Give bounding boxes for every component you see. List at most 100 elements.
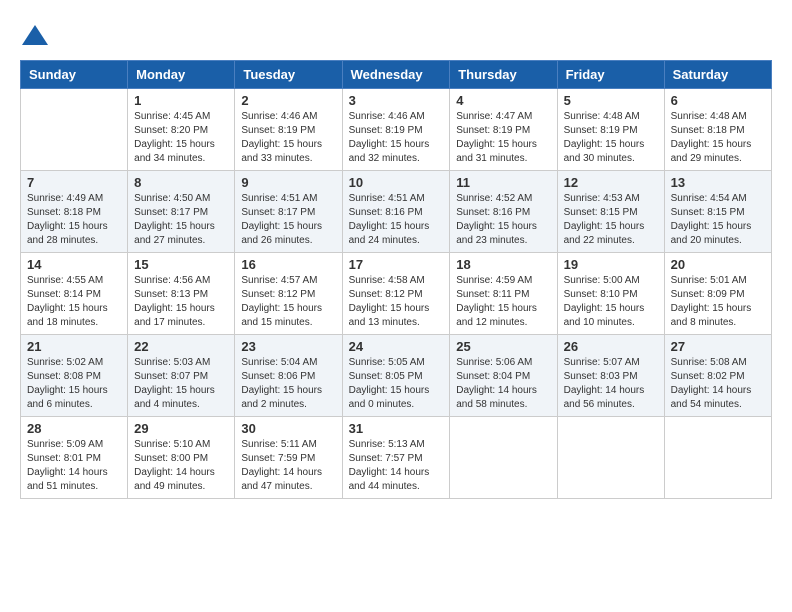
day-header-friday: Friday	[557, 61, 664, 89]
calendar-cell	[557, 417, 664, 499]
calendar-cell	[21, 89, 128, 171]
day-number: 23	[241, 339, 335, 354]
calendar-cell: 10 Sunrise: 4:51 AM Sunset: 8:16 PM Dayli…	[342, 171, 450, 253]
day-info: Sunrise: 4:55 AM Sunset: 8:14 PM Dayligh…	[27, 274, 121, 330]
calendar-cell: 16 Sunrise: 4:57 AM Sunset: 8:12 PM Dayli…	[235, 253, 342, 335]
calendar-cell: 8 Sunrise: 4:50 AM Sunset: 8:17 PM Daylig…	[128, 171, 235, 253]
day-number: 3	[349, 93, 444, 108]
day-info: Sunrise: 4:53 AM Sunset: 8:15 PM Dayligh…	[564, 192, 658, 248]
calendar-cell: 1 Sunrise: 4:45 AM Sunset: 8:20 PM Daylig…	[128, 89, 235, 171]
calendar-week-row: 21 Sunrise: 5:02 AM Sunset: 8:08 PM Dayli…	[21, 335, 772, 417]
calendar-cell: 7 Sunrise: 4:49 AM Sunset: 8:18 PM Daylig…	[21, 171, 128, 253]
day-info: Sunrise: 5:04 AM Sunset: 8:06 PM Dayligh…	[241, 356, 335, 412]
calendar-header-row: SundayMondayTuesdayWednesdayThursdayFrid…	[21, 61, 772, 89]
day-number: 14	[27, 257, 121, 272]
day-number: 10	[349, 175, 444, 190]
day-info: Sunrise: 5:02 AM Sunset: 8:08 PM Dayligh…	[27, 356, 121, 412]
day-number: 6	[671, 93, 765, 108]
calendar-week-row: 14 Sunrise: 4:55 AM Sunset: 8:14 PM Dayli…	[21, 253, 772, 335]
day-number: 28	[27, 421, 121, 436]
calendar-cell: 14 Sunrise: 4:55 AM Sunset: 8:14 PM Dayli…	[21, 253, 128, 335]
day-info: Sunrise: 5:06 AM Sunset: 8:04 PM Dayligh…	[456, 356, 550, 412]
day-number: 16	[241, 257, 335, 272]
day-number: 9	[241, 175, 335, 190]
day-info: Sunrise: 4:50 AM Sunset: 8:17 PM Dayligh…	[134, 192, 228, 248]
day-info: Sunrise: 4:48 AM Sunset: 8:18 PM Dayligh…	[671, 110, 765, 166]
day-info: Sunrise: 5:10 AM Sunset: 8:00 PM Dayligh…	[134, 438, 228, 494]
day-number: 21	[27, 339, 121, 354]
calendar-cell: 6 Sunrise: 4:48 AM Sunset: 8:18 PM Daylig…	[664, 89, 771, 171]
calendar-cell: 19 Sunrise: 5:00 AM Sunset: 8:10 PM Dayli…	[557, 253, 664, 335]
day-header-thursday: Thursday	[450, 61, 557, 89]
calendar-cell: 23 Sunrise: 5:04 AM Sunset: 8:06 PM Dayli…	[235, 335, 342, 417]
calendar-week-row: 7 Sunrise: 4:49 AM Sunset: 8:18 PM Daylig…	[21, 171, 772, 253]
day-header-tuesday: Tuesday	[235, 61, 342, 89]
day-info: Sunrise: 4:54 AM Sunset: 8:15 PM Dayligh…	[671, 192, 765, 248]
calendar-cell: 11 Sunrise: 4:52 AM Sunset: 8:16 PM Dayli…	[450, 171, 557, 253]
day-number: 4	[456, 93, 550, 108]
calendar-cell: 21 Sunrise: 5:02 AM Sunset: 8:08 PM Dayli…	[21, 335, 128, 417]
day-info: Sunrise: 5:05 AM Sunset: 8:05 PM Dayligh…	[349, 356, 444, 412]
day-number: 15	[134, 257, 228, 272]
calendar-cell: 27Sunrise: 5:08 AM Sunset: 8:02 PM Dayli…	[664, 335, 771, 417]
day-number: 18	[456, 257, 550, 272]
day-info: Sunrise: 4:47 AM Sunset: 8:19 PM Dayligh…	[456, 110, 550, 166]
calendar-cell: 13Sunrise: 4:54 AM Sunset: 8:15 PM Dayli…	[664, 171, 771, 253]
calendar-cell: 24 Sunrise: 5:05 AM Sunset: 8:05 PM Dayli…	[342, 335, 450, 417]
day-number: 30	[241, 421, 335, 436]
day-info: Sunrise: 4:52 AM Sunset: 8:16 PM Dayligh…	[456, 192, 550, 248]
calendar-cell	[450, 417, 557, 499]
day-info: Sunrise: 4:48 AM Sunset: 8:19 PM Dayligh…	[564, 110, 658, 166]
day-info: Sunrise: 5:00 AM Sunset: 8:10 PM Dayligh…	[564, 274, 658, 330]
day-info: Sunrise: 5:13 AM Sunset: 7:57 PM Dayligh…	[349, 438, 444, 494]
day-info: Sunrise: 5:03 AM Sunset: 8:07 PM Dayligh…	[134, 356, 228, 412]
day-header-monday: Monday	[128, 61, 235, 89]
day-info: Sunrise: 4:58 AM Sunset: 8:12 PM Dayligh…	[349, 274, 444, 330]
calendar-week-row: 1 Sunrise: 4:45 AM Sunset: 8:20 PM Daylig…	[21, 89, 772, 171]
day-number: 8	[134, 175, 228, 190]
day-info: Sunrise: 4:46 AM Sunset: 8:19 PM Dayligh…	[241, 110, 335, 166]
day-number: 24	[349, 339, 444, 354]
calendar-cell: 18 Sunrise: 4:59 AM Sunset: 8:11 PM Dayli…	[450, 253, 557, 335]
calendar-cell: 5 Sunrise: 4:48 AM Sunset: 8:19 PM Daylig…	[557, 89, 664, 171]
day-info: Sunrise: 4:51 AM Sunset: 8:16 PM Dayligh…	[349, 192, 444, 248]
day-info: Sunrise: 4:45 AM Sunset: 8:20 PM Dayligh…	[134, 110, 228, 166]
calendar-cell: 30 Sunrise: 5:11 AM Sunset: 7:59 PM Dayli…	[235, 417, 342, 499]
day-info: Sunrise: 4:59 AM Sunset: 8:11 PM Dayligh…	[456, 274, 550, 330]
calendar-cell: 4 Sunrise: 4:47 AM Sunset: 8:19 PM Daylig…	[450, 89, 557, 171]
day-number: 25	[456, 339, 550, 354]
day-number: 1	[134, 93, 228, 108]
calendar-cell: 15 Sunrise: 4:56 AM Sunset: 8:13 PM Dayli…	[128, 253, 235, 335]
day-info: Sunrise: 4:51 AM Sunset: 8:17 PM Dayligh…	[241, 192, 335, 248]
day-info: Sunrise: 5:01 AM Sunset: 8:09 PM Dayligh…	[671, 274, 765, 330]
calendar-cell: 17Sunrise: 4:58 AM Sunset: 8:12 PM Dayli…	[342, 253, 450, 335]
day-header-sunday: Sunday	[21, 61, 128, 89]
day-info: Sunrise: 4:46 AM Sunset: 8:19 PM Dayligh…	[349, 110, 444, 166]
day-header-saturday: Saturday	[664, 61, 771, 89]
calendar-week-row: 28 Sunrise: 5:09 AM Sunset: 8:01 PM Dayli…	[21, 417, 772, 499]
day-number: 22	[134, 339, 228, 354]
day-info: Sunrise: 4:57 AM Sunset: 8:12 PM Dayligh…	[241, 274, 335, 330]
day-number: 2	[241, 93, 335, 108]
calendar-cell: 28 Sunrise: 5:09 AM Sunset: 8:01 PM Dayli…	[21, 417, 128, 499]
header	[20, 20, 772, 50]
calendar: SundayMondayTuesdayWednesdayThursdayFrid…	[20, 60, 772, 499]
day-number: 5	[564, 93, 658, 108]
calendar-cell: 20 Sunrise: 5:01 AM Sunset: 8:09 PM Dayli…	[664, 253, 771, 335]
calendar-cell: 12 Sunrise: 4:53 AM Sunset: 8:15 PM Dayli…	[557, 171, 664, 253]
day-number: 19	[564, 257, 658, 272]
day-info: Sunrise: 5:11 AM Sunset: 7:59 PM Dayligh…	[241, 438, 335, 494]
day-info: Sunrise: 4:49 AM Sunset: 8:18 PM Dayligh…	[27, 192, 121, 248]
day-info: Sunrise: 5:09 AM Sunset: 8:01 PM Dayligh…	[27, 438, 121, 494]
calendar-cell: 22 Sunrise: 5:03 AM Sunset: 8:07 PM Dayli…	[128, 335, 235, 417]
day-number: 20	[671, 257, 765, 272]
day-number: 12	[564, 175, 658, 190]
day-number: 7	[27, 175, 121, 190]
day-number: 11	[456, 175, 550, 190]
calendar-cell: 9 Sunrise: 4:51 AM Sunset: 8:17 PM Daylig…	[235, 171, 342, 253]
day-number: 26	[564, 339, 658, 354]
day-info: Sunrise: 4:56 AM Sunset: 8:13 PM Dayligh…	[134, 274, 228, 330]
calendar-cell: 31Sunrise: 5:13 AM Sunset: 7:57 PM Dayli…	[342, 417, 450, 499]
calendar-cell: 29Sunrise: 5:10 AM Sunset: 8:00 PM Dayli…	[128, 417, 235, 499]
day-info: Sunrise: 5:08 AM Sunset: 8:02 PM Dayligh…	[671, 356, 765, 412]
